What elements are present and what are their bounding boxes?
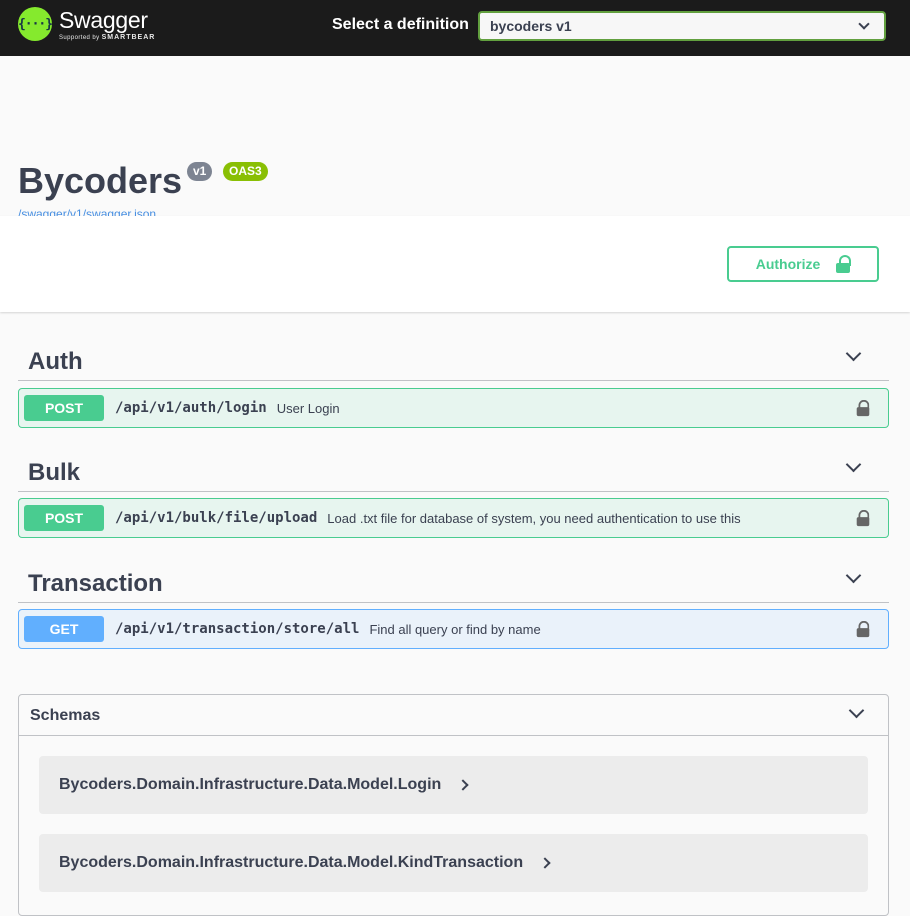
page-title: Bycoders [18,160,183,201]
operation-path: /api/v1/auth/login [115,400,267,416]
logo-word: Swagger [59,7,148,33]
lock-open-icon[interactable] [856,509,870,527]
tag-name: Transaction [28,570,163,597]
operation-summary: Load .txt file for database of system, y… [327,510,741,526]
logo-text: Swagger Supported by SMARTBEAR [59,7,155,41]
authorize-wrapper: Authorize [0,216,910,312]
authorize-label: Authorize [755,256,821,272]
lock-open-icon[interactable] [856,399,870,417]
tag-header-bulk[interactable]: Bulk [18,447,889,492]
logo-subtitle: Supported by SMARTBEAR [59,34,155,41]
method-badge: POST [24,395,104,421]
tag-header-auth[interactable]: Auth [18,336,889,381]
definition-label: Select a definition [332,16,469,33]
operation-summary: User Login [276,400,340,416]
model-name: Bycoders.Domain.Infrastructure.Data.Mode… [59,776,442,793]
operation-post-bulk-upload[interactable]: POST /api/v1/bulk/file/upload Load .txt … [18,498,889,538]
chevron-down-icon[interactable] [848,702,865,719]
logo-sub-prefix: Supported by [59,35,100,41]
operation-path: /api/v1/bulk/file/upload [115,510,318,526]
operation-post-auth-login[interactable]: POST /api/v1/auth/login User Login [18,388,889,428]
tag-name: Auth [28,348,83,375]
schemas-header[interactable]: Schemas [19,695,888,736]
tag-name: Bulk [28,459,81,486]
swagger-logo[interactable]: {···} Swagger Supported by SMARTBEAR [18,7,155,41]
chevron-down-icon[interactable] [845,345,862,362]
chevron-down-icon[interactable] [845,456,862,473]
definition-select[interactable]: bycoders v1 [478,11,886,41]
chevron-right-icon [539,857,551,869]
authorize-button[interactable]: Authorize [727,246,879,282]
schemas-section: Schemas Bycoders.Domain.Infrastructure.D… [18,694,889,916]
chevron-down-icon[interactable] [845,567,862,584]
operation-get-transaction-all[interactable]: GET /api/v1/transaction/store/all Find a… [18,609,889,649]
lock-open-icon[interactable] [856,620,870,638]
method-badge: GET [24,616,104,642]
chevron-right-icon [457,779,469,791]
operation-summary: Find all query or find by name [369,621,541,637]
tag-header-transaction[interactable]: Transaction [18,558,889,603]
version-badge: v1 [187,162,213,181]
method-badge: POST [24,505,104,531]
topbar: {···} Swagger Supported by SMARTBEAR Sel… [0,0,910,56]
swagger-logo-icon: {···} [18,7,53,41]
chevron-down-icon [858,18,870,30]
schema-model-login[interactable]: Bycoders.Domain.Infrastructure.Data.Mode… [39,756,868,814]
api-info: Bycoders v1 OAS3 /swagger/v1/swagger.jso… [0,56,910,221]
schema-model-kind-transaction[interactable]: Bycoders.Domain.Infrastructure.Data.Mode… [39,834,868,892]
definition-selected-value: bycoders v1 [490,18,572,34]
lock-open-icon [836,255,852,273]
schemas-title: Schemas [30,707,101,724]
operation-path: /api/v1/transaction/store/all [115,621,360,637]
model-name: Bycoders.Domain.Infrastructure.Data.Mode… [59,854,524,871]
logo-sub-brand: SMARTBEAR [101,34,156,41]
oas-badge: OAS3 [223,162,268,181]
